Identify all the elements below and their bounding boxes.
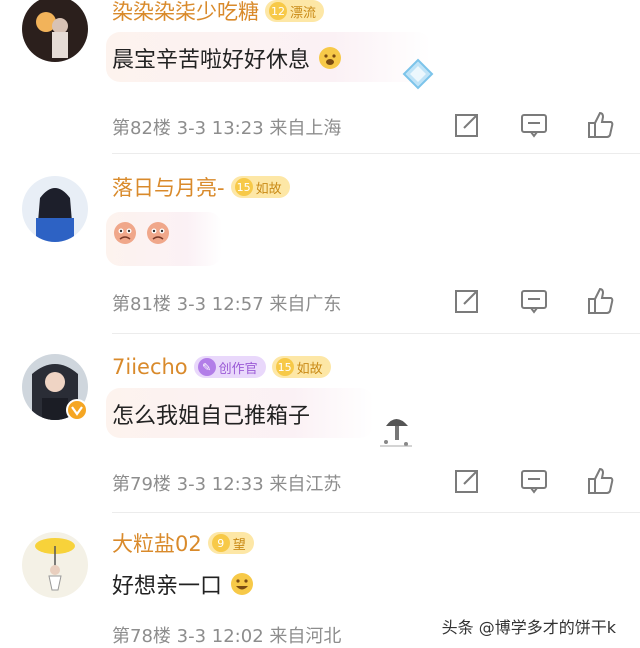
comment-item: 7iiecho ✎ 创作官 15 如故 怎么我姐自己推箱子 第79楼 3-3 1… (0, 346, 640, 506)
floor-number: 第78楼 (112, 626, 171, 647)
crying-emoji-icon (112, 220, 138, 252)
comment-location: 来自上海 (269, 118, 342, 139)
username[interactable]: 大粒盐02 (112, 528, 202, 558)
comment-time: 13:23 (211, 118, 264, 139)
verified-badge-icon (66, 399, 88, 425)
username[interactable]: 落日与月亮- (112, 172, 225, 202)
user-info: 大粒盐02 9 望 (112, 528, 254, 558)
comment-text-content: 晨宝辛苦啦好好休息 (112, 48, 311, 73)
comment-text: 好想亲一口 (112, 568, 255, 603)
badge-label: 望 (232, 537, 246, 553)
grinning-emoji-icon (229, 571, 255, 603)
floor-number: 第81楼 (112, 294, 171, 315)
comment-item: 落日与月亮- 15 如故 第81楼 3-3 12:57 来自广东 (0, 168, 640, 328)
comment-date: 3-3 (176, 474, 207, 495)
action-bar (390, 110, 640, 144)
creator-icon: ✎ (197, 358, 216, 376)
comment-text-content: 好想亲一口 (112, 574, 223, 599)
user-info: 落日与月亮- 15 如故 (112, 172, 290, 202)
comment-time: 12:33 (211, 474, 264, 495)
comment-location: 来自江苏 (269, 474, 342, 495)
mushroom-sticker-icon (376, 410, 416, 454)
comment-text: 怎么我姐自己推箱子 (112, 398, 310, 430)
fan-level-badge: 15 如故 (271, 356, 331, 378)
like-icon[interactable] (586, 110, 616, 140)
comment-icon[interactable] (519, 466, 549, 496)
creator-badge: ✎ 创作官 (193, 356, 266, 378)
user-info: 染染染柒少吃糖 12 漂流 (112, 0, 325, 26)
comment-location: 来自广东 (269, 294, 342, 315)
comment-item: 染染染柒少吃糖 12 漂流 晨宝辛苦啦好好休息 第82楼 3-3 13:23 来… (0, 0, 640, 150)
level-number: 9 (211, 534, 230, 552)
fan-level-badge: 15 如故 (230, 176, 290, 198)
action-bar (390, 466, 640, 500)
comment-time: 12:02 (211, 626, 264, 647)
edit-icon[interactable] (452, 110, 482, 140)
comment-meta: 第81楼 3-3 12:57 来自广东 (112, 290, 341, 316)
level-number: 15 (275, 358, 294, 376)
like-icon[interactable] (586, 466, 616, 496)
diamond-sticker-icon (398, 56, 438, 96)
avatar[interactable] (22, 176, 88, 242)
comment-meta: 第82楼 3-3 13:23 来自上海 (112, 114, 341, 140)
divider (112, 153, 640, 154)
comment-meta: 第78楼 3-3 12:02 来自河北 (112, 622, 341, 648)
comment-meta: 第79楼 3-3 12:33 来自江苏 (112, 470, 341, 496)
watermark: 头条 @博学多才的饼干k (435, 612, 622, 640)
comment-text (112, 220, 171, 252)
fan-level-badge: 12 漂流 (265, 0, 325, 22)
divider (112, 512, 640, 513)
creator-badge-label: 创作官 (218, 361, 258, 377)
comment-date: 3-3 (176, 118, 207, 139)
user-info: 7iiecho ✎ 创作官 15 如故 (112, 352, 331, 382)
floor-number: 第82楼 (112, 118, 171, 139)
comment-location: 来自河北 (269, 626, 342, 647)
action-bar (390, 286, 640, 320)
edit-icon[interactable] (452, 466, 482, 496)
username[interactable]: 染染染柒少吃糖 (112, 0, 259, 26)
badge-label: 如故 (255, 181, 282, 197)
level-number: 15 (234, 178, 253, 196)
fan-level-badge: 9 望 (207, 532, 254, 554)
floor-number: 第79楼 (112, 474, 171, 495)
comment-icon[interactable] (519, 286, 549, 316)
comment-date: 3-3 (176, 626, 207, 647)
crying-emoji-icon (145, 220, 171, 252)
comment-text: 晨宝辛苦啦好好休息 (112, 42, 343, 77)
like-icon[interactable] (586, 286, 616, 316)
comment-date: 3-3 (176, 294, 207, 315)
comment-time: 12:57 (211, 294, 264, 315)
comment-icon[interactable] (519, 110, 549, 140)
level-number: 12 (269, 2, 287, 20)
edit-icon[interactable] (452, 286, 482, 316)
yawn-emoji-icon (317, 45, 343, 77)
comment-text-content: 怎么我姐自己推箱子 (112, 404, 311, 429)
username[interactable]: 7iiecho (112, 355, 188, 379)
badge-label: 漂流 (290, 5, 317, 21)
avatar[interactable] (22, 0, 88, 62)
avatar[interactable] (22, 532, 88, 598)
divider (112, 333, 640, 334)
badge-label: 如故 (296, 361, 323, 377)
